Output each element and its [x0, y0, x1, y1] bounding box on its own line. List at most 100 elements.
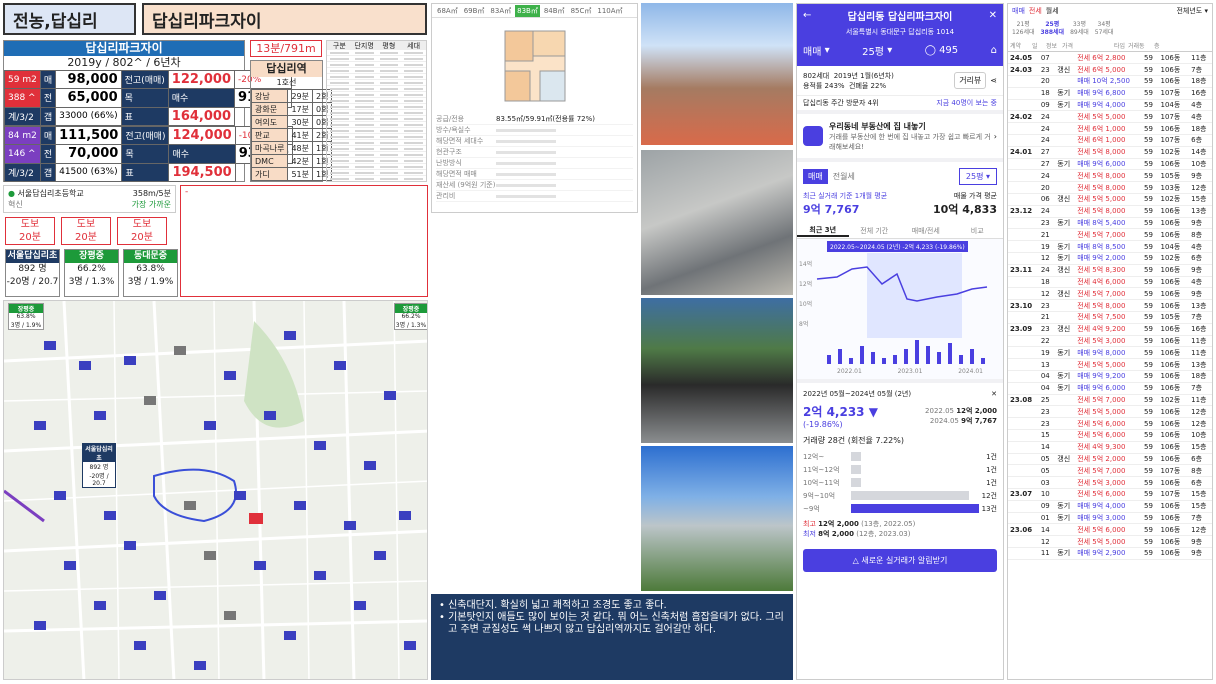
history-row[interactable]: 20 매매 10억 2,500 59 106동 18층: [1008, 75, 1212, 88]
pyeong-dropdown[interactable]: 25평 ▾: [958, 168, 997, 185]
map-pin-icon[interactable]: [104, 511, 116, 520]
period-tab[interactable]: 전체 기간: [849, 226, 901, 236]
history-row[interactable]: 04 동기 매매 9억 9,200 59 106동 18층: [1008, 370, 1212, 383]
size-tab[interactable]: 25평 388세대: [1041, 21, 1065, 37]
hist-tab-jeonse[interactable]: 전세: [1029, 6, 1042, 16]
map-pin-icon[interactable]: [334, 361, 346, 370]
history-row[interactable]: 23.08 25 전세 5억 7,000 59 102동 11층: [1008, 394, 1212, 407]
history-row[interactable]: 18 동기 매매 9억 6,800 59 107동 16층: [1008, 87, 1212, 100]
map-pin-icon[interactable]: [44, 341, 56, 350]
history-row[interactable]: 21 전세 5억 7,000 59 106동 8층: [1008, 228, 1212, 242]
history-row[interactable]: 19 동기 매매 9억 8,000 59 106동 11층: [1008, 346, 1212, 360]
map-pin-icon[interactable]: [34, 421, 46, 430]
floorplan-tab[interactable]: 84B㎡: [542, 5, 567, 17]
history-row[interactable]: 05 전세 5억 7,000 59 107동 8층: [1008, 464, 1212, 478]
size-tab[interactable]: 34평 57세대: [1095, 21, 1114, 37]
history-row[interactable]: 24.03 23 갱신 전세 6억 5,000 59 106동 7층: [1008, 63, 1212, 77]
history-row[interactable]: 21 전세 5억 7,500 59 105동 7층: [1008, 311, 1212, 324]
map-pin-icon[interactable]: [184, 501, 196, 510]
map-pin-icon[interactable]: [94, 601, 106, 610]
map-pin-icon[interactable]: [94, 411, 106, 420]
map-pin-icon[interactable]: [284, 631, 296, 640]
map-pin-icon[interactable]: [314, 571, 326, 580]
history-row[interactable]: 24.01 27 전세 5억 8,000 59 102동 14층: [1008, 146, 1212, 159]
close-icon[interactable]: ✕: [989, 10, 997, 21]
history-row[interactable]: 22 전세 5억 3,000 59 106동 11층: [1008, 335, 1212, 348]
history-row[interactable]: 23 동기 매매 8억 5,400 59 106동 9층: [1008, 217, 1212, 230]
history-row[interactable]: 09 동기 매매 9억 4,000 59 106동 15층: [1008, 500, 1212, 513]
period-tab[interactable]: 매매/전세: [900, 226, 952, 236]
comment-icon[interactable]: ◯: [925, 45, 939, 56]
map-pin-icon[interactable]: [224, 371, 236, 380]
map-pin-icon[interactable]: [204, 421, 216, 430]
streetview-button[interactable]: 거리뷰: [954, 72, 987, 89]
history-row[interactable]: 23 전세 5억 5,000 59 106동 12층: [1008, 405, 1212, 419]
history-row[interactable]: 01 동기 매매 9억 3,000 59 106동 7층: [1008, 512, 1212, 525]
hist-tab-sale[interactable]: 매매: [1012, 6, 1025, 16]
map-pin-icon[interactable]: [294, 501, 306, 510]
target-complex-pin-icon[interactable]: [249, 513, 263, 524]
history-row[interactable]: 23.07 10 전세 5억 6,000 59 107동 15층: [1008, 488, 1212, 501]
map-pin-icon[interactable]: [144, 396, 156, 405]
history-row[interactable]: 14 전세 4억 9,300 59 106동 15층: [1008, 441, 1212, 454]
history-row[interactable]: 19 동기 매매 8억 8,500 59 104동 4층: [1008, 240, 1212, 254]
map-pin-icon[interactable]: [64, 561, 76, 570]
history-row[interactable]: 06 갱신 전세 5억 5,000 59 102동 15층: [1008, 193, 1212, 206]
floorplan-tab[interactable]: 110A㎡: [595, 5, 624, 17]
map-pin-icon[interactable]: [284, 331, 296, 340]
map-pin-icon[interactable]: [344, 521, 356, 530]
map-pin-icon[interactable]: [354, 601, 366, 610]
map-pin-icon[interactable]: [174, 346, 186, 355]
floorplan-tab[interactable]: 68A㎡: [435, 5, 460, 17]
period-tab[interactable]: 비교: [952, 226, 1004, 236]
map-pin-icon[interactable]: [124, 356, 136, 365]
map-pin-icon[interactable]: [384, 391, 396, 400]
history-row[interactable]: 27 동기 매매 9억 6,000 59 106동 10층: [1008, 158, 1212, 171]
close-icon-2[interactable]: ✕: [991, 390, 997, 398]
map-pin-icon[interactable]: [224, 611, 236, 620]
history-row[interactable]: 23.12 24 전세 5억 8,000 59 106동 13층: [1008, 205, 1212, 218]
map-pin-icon[interactable]: [374, 551, 386, 560]
size-tab[interactable]: 21평 126세대: [1012, 21, 1035, 37]
map-pin-icon[interactable]: [194, 661, 206, 670]
map-pin-icon[interactable]: [134, 641, 146, 650]
alert-button[interactable]: △ 새로운 실거래가 알림받기: [803, 549, 997, 572]
history-row[interactable]: 03 전세 5억 3,000 59 106동 6층: [1008, 476, 1212, 489]
map-pin-icon[interactable]: [34, 621, 46, 630]
history-row[interactable]: 13 전세 5억 5,000 59 106동 13층: [1008, 358, 1212, 372]
history-row[interactable]: 23 전세 5억 6,000 59 106동 12층: [1008, 417, 1212, 430]
history-row[interactable]: 15 전세 5억 6,000 59 106동 10층: [1008, 429, 1212, 442]
history-row[interactable]: 24.05 07 전세 6억 2,800 59 106동 11층: [1008, 52, 1212, 65]
period-tab[interactable]: 최근 3년: [797, 225, 849, 237]
history-row[interactable]: 23.10 23 전세 5억 8,000 59 106동 13층: [1008, 299, 1212, 313]
history-row[interactable]: 04 동기 매매 9억 6,000 59 106동 7층: [1008, 382, 1212, 395]
history-row[interactable]: 12 전세 5억 5,000 59 106동 9층: [1008, 535, 1212, 548]
map-pin-icon[interactable]: [254, 561, 266, 570]
history-row[interactable]: 23.09 23 갱신 전세 4억 9,200 59 106동 16층: [1008, 323, 1212, 336]
deal-tab-sale[interactable]: 매매: [803, 169, 828, 184]
map-pin-icon[interactable]: [124, 541, 136, 550]
history-row[interactable]: 12 동기 매매 9억 2,000 59 102동 6층: [1008, 252, 1212, 265]
map-pin-icon[interactable]: [404, 641, 416, 650]
map-pin-icon[interactable]: [204, 551, 216, 560]
visitors-link[interactable]: 지금 40명이 보는 중: [936, 98, 997, 108]
floorplan-tab[interactable]: 83A㎡: [488, 5, 513, 17]
bell-icon[interactable]: ⌂: [991, 45, 997, 56]
map-view[interactable]: 장평중 63.8% 3명 / 1.9% 장평중 66.2% 3명 / 1.3% 서울답십…: [3, 300, 428, 680]
history-row[interactable]: 05 갱신 전세 5억 2,000 59 106동 6층: [1008, 453, 1212, 466]
history-row[interactable]: 24 전세 6억 1,000 59 107동 6층: [1008, 134, 1212, 147]
map-pin-icon[interactable]: [264, 411, 276, 420]
back-icon[interactable]: ←: [803, 10, 811, 21]
floorplan-tab[interactable]: 69B㎡: [462, 5, 487, 17]
deal-type-select[interactable]: 매매: [803, 43, 821, 58]
floorplan-tab[interactable]: 85C㎡: [569, 5, 594, 17]
size-tab[interactable]: 33평 89세대: [1070, 21, 1089, 37]
history-row[interactable]: 24.02 24 전세 5억 5,000 59 107동 4층: [1008, 110, 1212, 124]
history-row[interactable]: 24 전세 6억 1,000 59 106동 18층: [1008, 122, 1212, 136]
map-pin-icon[interactable]: [364, 461, 376, 470]
map-pin-icon[interactable]: [154, 591, 166, 600]
history-row[interactable]: 23.06 14 전세 5억 6,000 59 106동 12층: [1008, 523, 1212, 537]
school-link[interactable]: 가장 가까운: [132, 199, 171, 210]
history-row[interactable]: 20 전세 5억 8,000 59 103동 12층: [1008, 181, 1212, 195]
history-row[interactable]: 24 전세 5억 8,000 59 105동 9층: [1008, 169, 1212, 183]
